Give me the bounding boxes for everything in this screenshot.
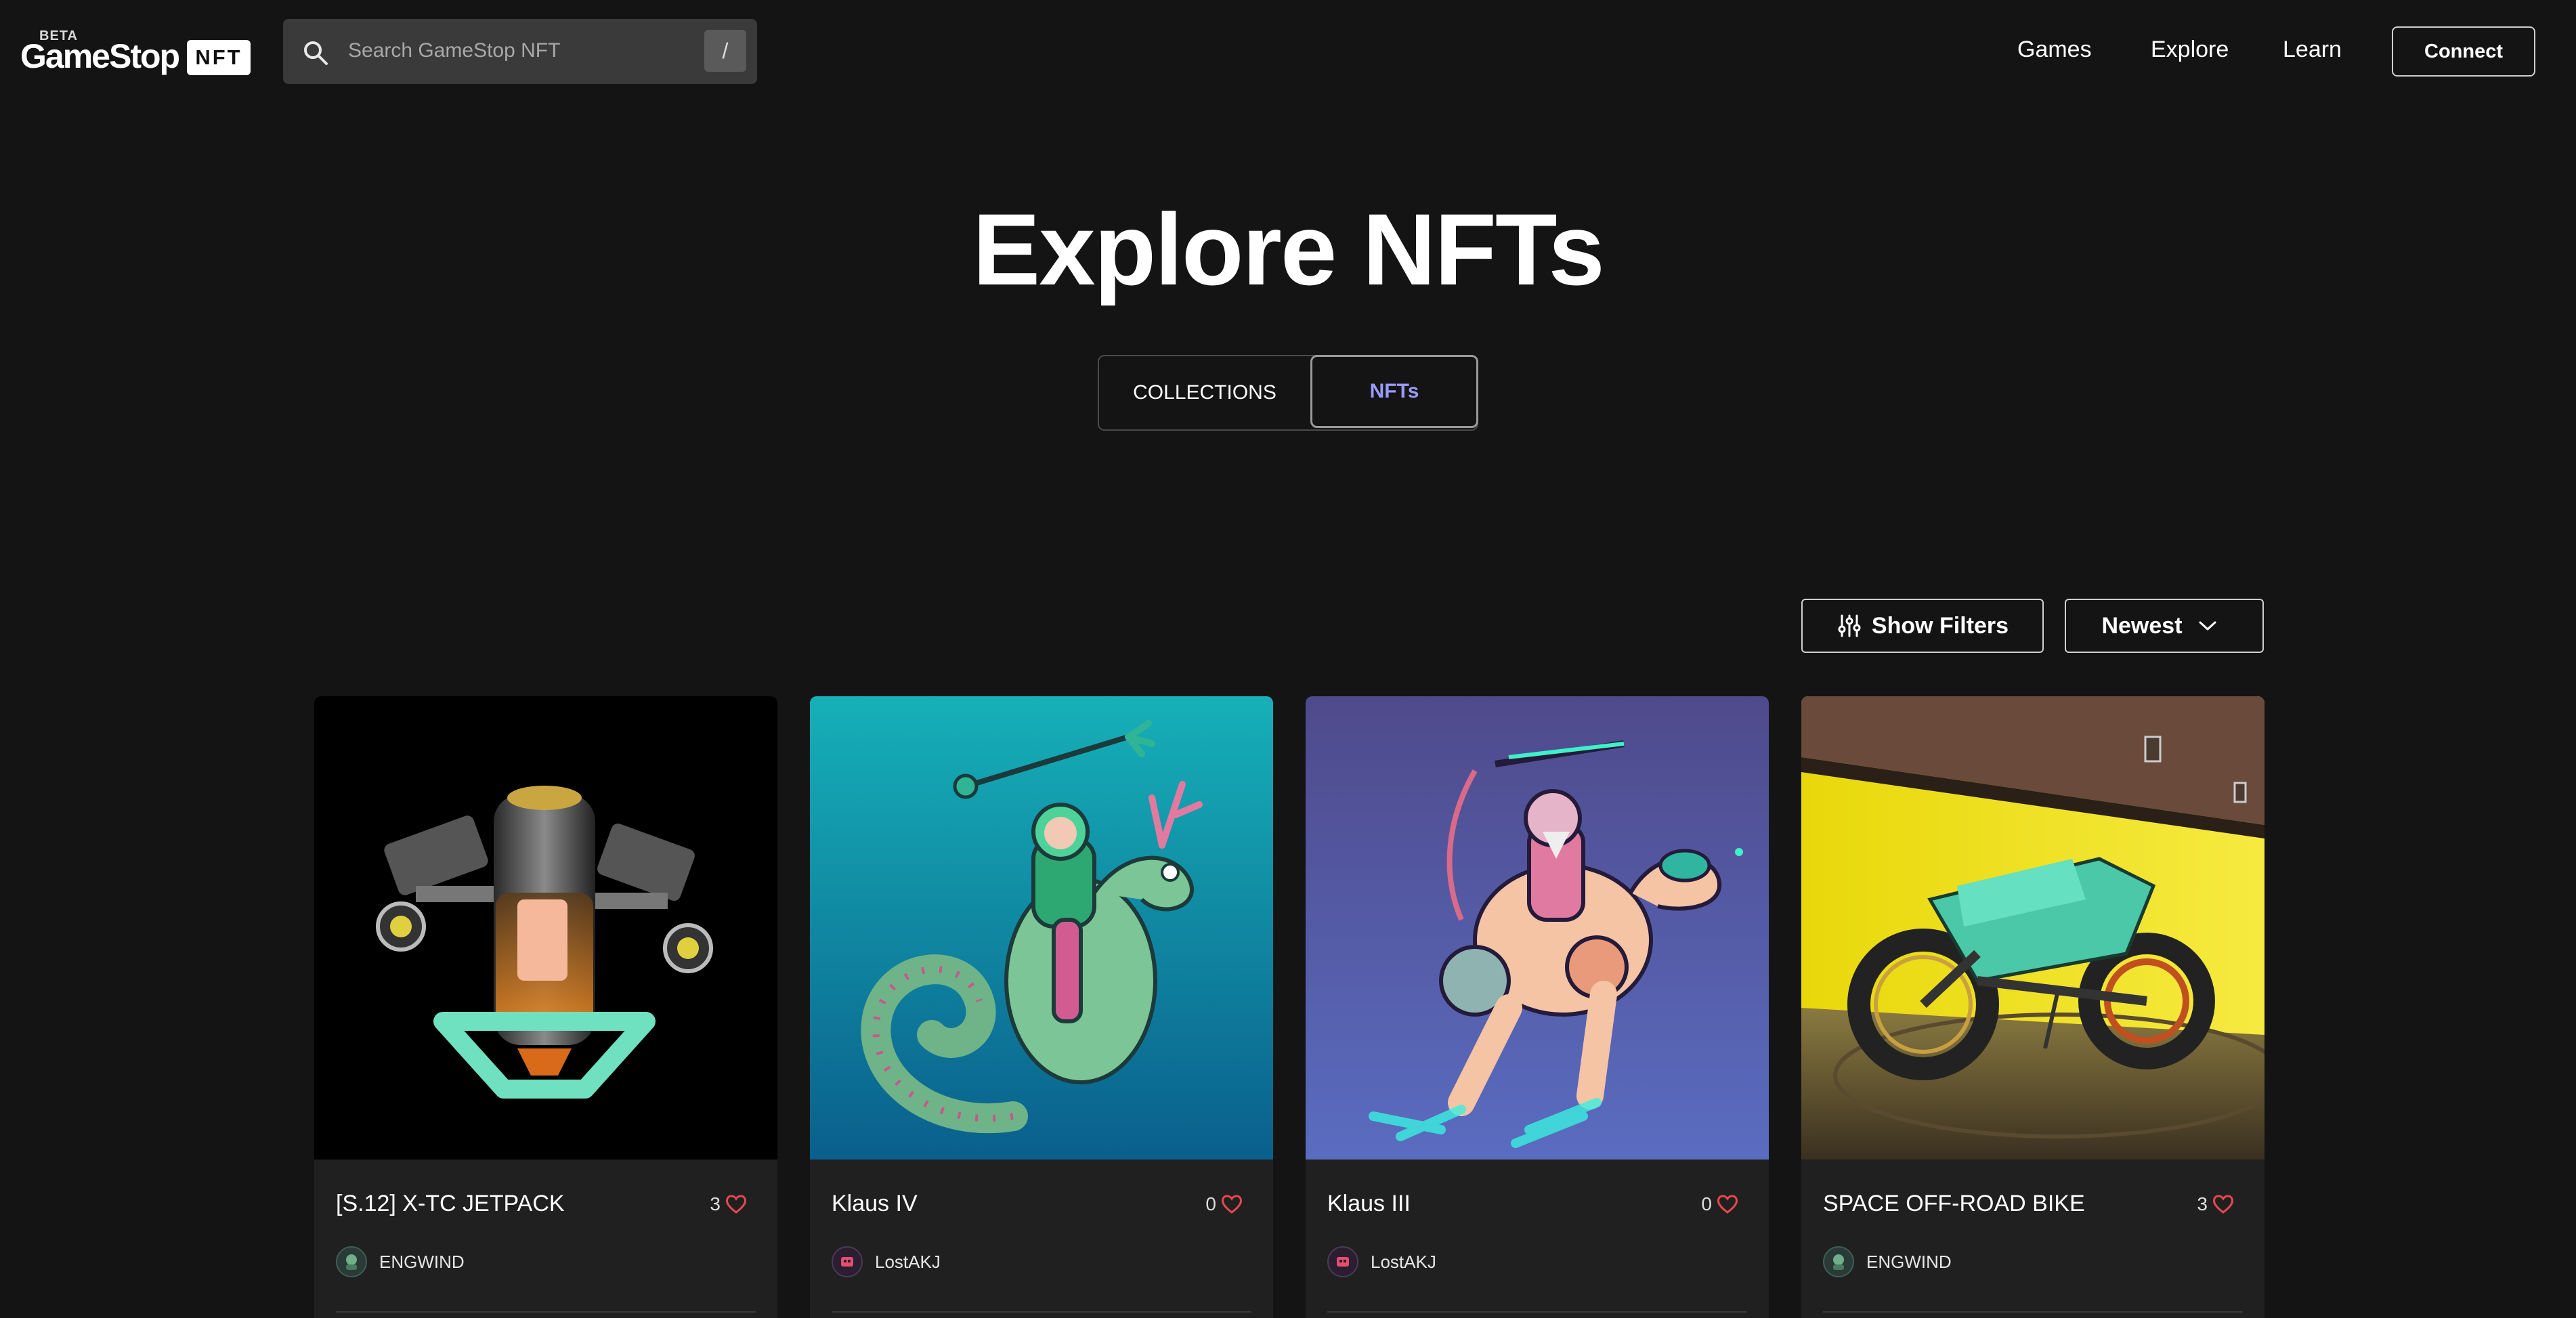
card-divider	[1823, 1311, 2243, 1313]
logo-badge: NFT	[187, 40, 251, 75]
creator-name: LostAKJ	[1371, 1251, 1436, 1272]
connect-button[interactable]: Connect	[2392, 26, 2535, 77]
search-icon	[304, 41, 328, 65]
creator-name: ENGWIND	[1866, 1251, 1952, 1272]
creator-name: ENGWIND	[379, 1251, 465, 1272]
nft-card[interactable]: SPACE OFF-ROAD BIKE 3 ENGWIND	[1801, 696, 2264, 1318]
heart-icon[interactable]	[725, 1194, 748, 1214]
nft-name[interactable]: [S.12] X-TC JETPACK	[336, 1191, 565, 1217]
creator-avatar	[832, 1246, 863, 1277]
nav-learn[interactable]: Learn	[2283, 37, 2342, 63]
nav-explore[interactable]: Explore	[2151, 37, 2229, 63]
creator-name: LostAKJ	[875, 1251, 941, 1272]
tab-nfts[interactable]: NFTs	[1310, 355, 1478, 428]
creator-avatar	[1327, 1246, 1358, 1277]
page-title: Explore NFTs	[972, 192, 1605, 306]
like-count[interactable]: 3	[2197, 1193, 2235, 1215]
creator[interactable]: LostAKJ	[1327, 1246, 1436, 1277]
view-toggle: COLLECTIONS NFTs	[1098, 355, 1478, 431]
like-count[interactable]: 0	[1701, 1193, 1739, 1215]
sort-dropdown[interactable]: Newest	[2065, 599, 2264, 653]
chevron-down-icon	[2199, 621, 2216, 631]
gamestop-nft-logo[interactable]: BETA GameStop NFT	[20, 28, 251, 77]
search-bar[interactable]: Search GameStop NFT /	[283, 19, 757, 84]
search-input[interactable]: Search GameStop NFT	[348, 39, 560, 62]
nav-games[interactable]: Games	[2017, 37, 2092, 63]
creator-avatar	[1823, 1246, 1854, 1277]
nft-image-seahorse-rider[interactable]	[810, 696, 1273, 1160]
like-count[interactable]: 0	[1205, 1193, 1243, 1215]
creator[interactable]: ENGWIND	[1823, 1246, 1952, 1277]
show-filters-button[interactable]: Show Filters	[1801, 599, 2044, 653]
heart-icon[interactable]	[1220, 1194, 1243, 1214]
nft-name[interactable]: Klaus IV	[832, 1191, 918, 1217]
search-shortcut-key: /	[704, 30, 746, 72]
nft-card[interactable]: Klaus III 0 LostAKJ	[1306, 696, 1769, 1318]
nft-name[interactable]: SPACE OFF-ROAD BIKE	[1823, 1191, 2085, 1217]
heart-icon[interactable]	[2212, 1194, 2235, 1214]
tab-collections[interactable]: COLLECTIONS	[1099, 356, 1310, 429]
card-divider	[1327, 1311, 1747, 1313]
nft-image-space-bike[interactable]	[1801, 696, 2264, 1160]
creator[interactable]: LostAKJ	[832, 1246, 941, 1277]
card-divider	[336, 1311, 756, 1313]
sort-label: Newest	[2101, 612, 2183, 639]
creator-avatar	[336, 1246, 367, 1277]
sliders-icon	[1838, 614, 1861, 637]
nft-image-jetpack[interactable]	[314, 696, 777, 1160]
like-count[interactable]: 3	[710, 1193, 748, 1215]
card-divider	[832, 1311, 1251, 1313]
show-filters-label: Show Filters	[1871, 612, 2009, 639]
logo-text: GameStop	[20, 37, 180, 75]
heart-icon[interactable]	[1716, 1194, 1739, 1214]
nft-name[interactable]: Klaus III	[1327, 1191, 1411, 1217]
creator[interactable]: ENGWIND	[336, 1246, 465, 1277]
nft-image-raptor-rider[interactable]	[1306, 696, 1769, 1160]
nft-card[interactable]: Klaus IV 0 LostAKJ	[810, 696, 1273, 1318]
nft-card[interactable]: [S.12] X-TC JETPACK 3 ENGWIND	[314, 696, 777, 1318]
